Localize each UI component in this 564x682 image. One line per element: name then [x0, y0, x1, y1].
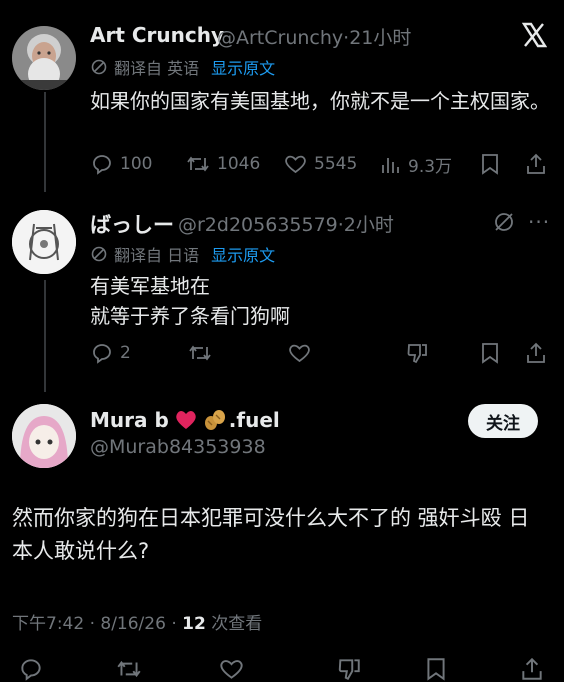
author-name-row[interactable]: Mura b .fuel [90, 408, 280, 432]
author-name[interactable]: ばっしー [90, 209, 174, 239]
retweet-button[interactable]: 1046 [185, 152, 260, 176]
post-time[interactable]: ·2小时 [338, 214, 394, 236]
views-button[interactable]: 9.3万 [380, 152, 452, 177]
tweet-meta: 下午7:42 · 8/16/26 · 12 次查看 [12, 609, 262, 634]
retweet-icon[interactable] [187, 341, 213, 365]
author-name-suffix[interactable]: .fuel [229, 408, 280, 432]
translated-from: 翻译自 日语 [114, 246, 200, 265]
reply-icon [90, 341, 114, 365]
translate-icon [90, 58, 108, 76]
handle-text[interactable]: @r2d205635579 [178, 214, 338, 236]
show-original-link[interactable]: 显示原文 [211, 242, 275, 266]
reply-button[interactable]: 100 [90, 152, 152, 176]
retweet-icon[interactable] [115, 656, 143, 682]
avatar-bassy[interactable] [12, 210, 76, 274]
x-logo-icon[interactable] [521, 22, 547, 48]
dislike-icon[interactable] [336, 656, 362, 682]
share-icon[interactable] [525, 152, 547, 176]
peanut-icon [203, 409, 227, 431]
handle-text[interactable]: @ArtCrunchy [217, 27, 343, 49]
grok-icon[interactable] [492, 210, 516, 234]
heart-icon[interactable] [287, 341, 312, 365]
tweet-text: 如果你的国家有美国基地，你就不是一个主权国家。 [90, 89, 550, 113]
reply-count: 2 [120, 343, 131, 363]
follow-button[interactable]: 关注 [468, 404, 538, 438]
author-name[interactable]: Mura b [90, 408, 169, 432]
more-options-icon[interactable]: ··· [528, 210, 550, 234]
reply-count: 100 [120, 154, 153, 174]
translated-from: 翻译自 英语 [114, 59, 200, 78]
translation-note: 翻译自 英语 显示原文 [90, 55, 275, 79]
tweet-text: 然而你家的狗在日本犯罪可没什么大不了的 强奸斗殴 日本人敢说什么? [12, 506, 530, 563]
share-icon[interactable] [520, 656, 544, 682]
tweet-text-line-1: 有美军基地在 [90, 274, 210, 298]
show-original-link[interactable]: 显示原文 [211, 55, 275, 79]
author-handle[interactable]: @Murab84353938 [90, 436, 266, 458]
reply-button[interactable]: 2 [90, 341, 131, 365]
reply-icon [90, 152, 114, 176]
translate-icon [90, 245, 108, 263]
author-name[interactable]: Art Crunchy [90, 23, 224, 47]
bookmark-icon[interactable] [479, 341, 501, 365]
avatar-art-crunchy[interactable] [12, 26, 76, 90]
timestamp[interactable]: 下午7:42 · 8/16/26 · [12, 614, 182, 634]
heart-icon [283, 152, 308, 176]
author-handle[interactable]: @r2d205635579·2小时 [178, 210, 394, 237]
translation-note: 翻译自 日语 显示原文 [90, 242, 275, 266]
retweet-icon [185, 152, 211, 176]
tweet-text-line-2: 就等于养了条看门狗啊 [90, 304, 290, 328]
like-button[interactable]: 5545 [283, 152, 357, 176]
reply-icon[interactable] [18, 656, 44, 682]
red-heart-icon [175, 410, 197, 430]
author-handle[interactable]: @ArtCrunchy·21小时 [217, 23, 411, 50]
avatar-mura-b[interactable] [12, 404, 76, 468]
bookmark-icon[interactable] [424, 656, 448, 682]
views-icon [380, 153, 402, 177]
bookmark-icon[interactable] [479, 152, 501, 176]
share-icon[interactable] [525, 341, 547, 365]
dislike-icon[interactable] [405, 341, 429, 365]
thread-line-1 [44, 92, 46, 192]
thread-line-2 [44, 280, 46, 392]
view-count: 12 [182, 614, 206, 634]
view-count: 9.3万 [408, 157, 453, 177]
retweet-count: 1046 [217, 154, 261, 174]
view-label: 次查看 [205, 614, 263, 634]
heart-icon[interactable] [218, 656, 245, 682]
post-time[interactable]: ·21小时 [343, 27, 411, 49]
like-count: 5545 [314, 154, 358, 174]
